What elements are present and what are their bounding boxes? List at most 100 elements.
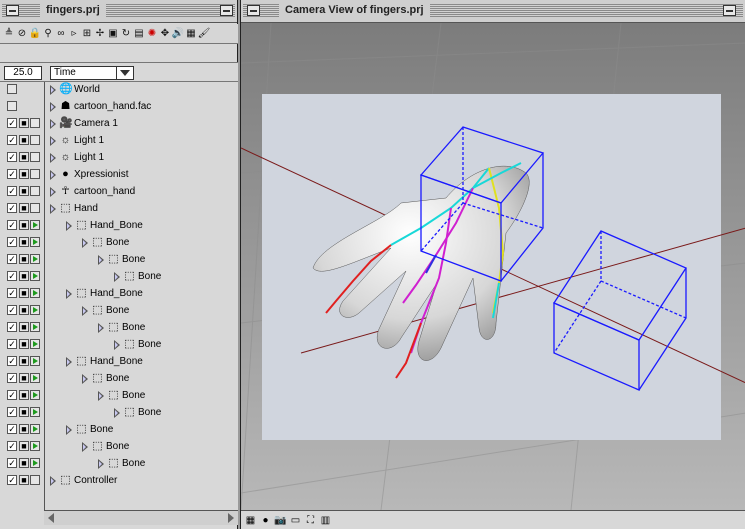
lock-toggle[interactable]: ■	[19, 441, 29, 451]
visibility-checkbox[interactable]: ✓	[7, 390, 17, 400]
close-box-icon[interactable]	[6, 5, 19, 16]
visibility-checkbox[interactable]: ✓	[7, 288, 17, 298]
zoom-box-icon[interactable]	[723, 5, 736, 16]
camera-titlebar[interactable]: Camera View of fingers.prj	[241, 0, 745, 23]
column-box[interactable]	[7, 101, 17, 111]
dropdown-arrow-icon[interactable]	[116, 67, 132, 79]
no-symbol-icon[interactable]: ⊘	[16, 27, 28, 41]
grid-view-icon[interactable]: ▦	[244, 514, 257, 527]
column-box[interactable]	[30, 169, 40, 179]
tree-row[interactable]: ✓ ■ ⬚ Bone	[0, 456, 238, 473]
visibility-checkbox[interactable]: ✓	[7, 169, 17, 179]
expand-triangle-icon[interactable]	[50, 204, 56, 214]
tree-row[interactable]: ✓ ■ ⬚ Bone	[0, 422, 238, 439]
tree-row[interactable]: ✓ ■ ⬚ Hand_Bone	[0, 286, 238, 303]
visibility-checkbox[interactable]: ✓	[7, 186, 17, 196]
expand-triangle-icon[interactable]	[50, 102, 56, 112]
lock-toggle[interactable]: ■	[19, 271, 29, 281]
tree-row[interactable]: ✓ ■ ⬚ Hand_Bone	[0, 218, 238, 235]
camera-icon[interactable]: 📷	[274, 514, 287, 527]
column-box[interactable]	[30, 475, 40, 485]
lock-toggle[interactable]: ■	[19, 152, 29, 162]
expand-triangle-icon[interactable]	[50, 187, 56, 197]
tree-row[interactable]: ✓ ■ ⬚ Hand_Bone	[0, 354, 238, 371]
expand-triangle-icon[interactable]	[114, 340, 120, 350]
animate-toggle[interactable]	[30, 356, 40, 366]
expand-triangle-icon[interactable]	[82, 238, 88, 248]
visibility-checkbox[interactable]: ✓	[7, 475, 17, 485]
expand-triangle-icon[interactable]	[98, 255, 104, 265]
visibility-checkbox[interactable]: ✓	[7, 305, 17, 315]
tree-row[interactable]: ☗ cartoon_hand.fac	[0, 99, 238, 116]
visibility-checkbox[interactable]: ✓	[7, 441, 17, 451]
expand-triangle-icon[interactable]	[66, 221, 72, 231]
hierarchy-icon[interactable]: ≜	[3, 27, 15, 41]
lock-toggle[interactable]: ■	[19, 254, 29, 264]
animate-toggle[interactable]	[30, 441, 40, 451]
sphere-icon[interactable]: ●	[259, 514, 272, 527]
expand-triangle-icon[interactable]	[50, 170, 56, 180]
visibility-checkbox[interactable]: ✓	[7, 356, 17, 366]
lock-toggle[interactable]: ■	[19, 220, 29, 230]
color-wheel-icon[interactable]: ✺	[146, 27, 158, 41]
tree-row[interactable]: ✓ ■ ☼ Light 1	[0, 133, 238, 150]
visibility-checkbox[interactable]: ✓	[7, 322, 17, 332]
magnifier-icon[interactable]: ⚲	[42, 27, 54, 41]
filmstrip-icon[interactable]: ▤	[133, 27, 145, 41]
lock-toggle[interactable]: ■	[19, 186, 29, 196]
visibility-checkbox[interactable]: ✓	[7, 203, 17, 213]
expand-triangle-icon[interactable]	[98, 323, 104, 333]
expand-triangle-icon[interactable]	[66, 357, 72, 367]
move-arrows-icon[interactable]: ✥	[159, 27, 171, 41]
column-box[interactable]	[30, 135, 40, 145]
play-arrow-icon[interactable]: ▹	[68, 27, 80, 41]
tree-row[interactable]: ✓ ■ ⬚ Bone	[0, 320, 238, 337]
animate-toggle[interactable]	[30, 288, 40, 298]
rotate-icon[interactable]: ↻	[120, 27, 132, 41]
lock-toggle[interactable]: ■	[19, 288, 29, 298]
expand-triangle-icon[interactable]	[82, 306, 88, 316]
tree-row[interactable]: ✓ ■ ⬚ Bone	[0, 371, 238, 388]
column-box[interactable]	[7, 84, 17, 94]
visibility-checkbox[interactable]: ✓	[7, 135, 17, 145]
lock-toggle[interactable]: ■	[19, 135, 29, 145]
expand-triangle-icon[interactable]	[82, 442, 88, 452]
expand-triangle-icon[interactable]	[114, 272, 120, 282]
animate-toggle[interactable]	[30, 322, 40, 332]
project-titlebar[interactable]: fingers.prj	[0, 0, 237, 23]
column-box[interactable]	[30, 118, 40, 128]
expand-triangle-icon[interactable]	[82, 374, 88, 384]
animate-toggle[interactable]	[30, 424, 40, 434]
expand-triangle-icon[interactable]	[98, 459, 104, 469]
lock-toggle[interactable]: ■	[19, 237, 29, 247]
expand-triangle-icon[interactable]	[50, 85, 56, 95]
bone-icon[interactable]: ✢	[94, 27, 106, 41]
visibility-checkbox[interactable]: ✓	[7, 407, 17, 417]
scroll-left-icon[interactable]	[48, 513, 54, 523]
tree-row[interactable]: ✓ ■ ⬚ Bone	[0, 235, 238, 252]
lock-toggle[interactable]: ■	[19, 339, 29, 349]
expand-triangle-icon[interactable]	[98, 391, 104, 401]
paint-icon[interactable]: 🖌	[198, 27, 211, 41]
fit-icon[interactable]: ⛶	[304, 514, 317, 527]
expand-triangle-icon[interactable]	[50, 119, 56, 129]
tree-row[interactable]: ✓ ■ ⬚ Controller	[0, 473, 238, 490]
animate-toggle[interactable]	[30, 373, 40, 383]
tree-row[interactable]: ✓ ■ ⬚ Bone	[0, 252, 238, 269]
expand-triangle-icon[interactable]	[50, 476, 56, 486]
scroll-right-icon[interactable]	[228, 513, 234, 523]
animate-toggle[interactable]	[30, 407, 40, 417]
animate-toggle[interactable]	[30, 339, 40, 349]
visibility-checkbox[interactable]: ✓	[7, 271, 17, 281]
tree-row[interactable]: ✓ ■ ● Xpressionist	[0, 167, 238, 184]
column-box[interactable]	[30, 152, 40, 162]
lock-toggle[interactable]: ■	[19, 390, 29, 400]
animate-toggle[interactable]	[30, 458, 40, 468]
visibility-checkbox[interactable]: ✓	[7, 373, 17, 383]
animate-toggle[interactable]	[30, 390, 40, 400]
expand-triangle-icon[interactable]	[50, 153, 56, 163]
color-bars-icon[interactable]: ▥	[319, 514, 332, 527]
expand-triangle-icon[interactable]	[50, 136, 56, 146]
lock-toggle[interactable]: ■	[19, 475, 29, 485]
terminal-icon[interactable]: ▣	[107, 27, 119, 41]
